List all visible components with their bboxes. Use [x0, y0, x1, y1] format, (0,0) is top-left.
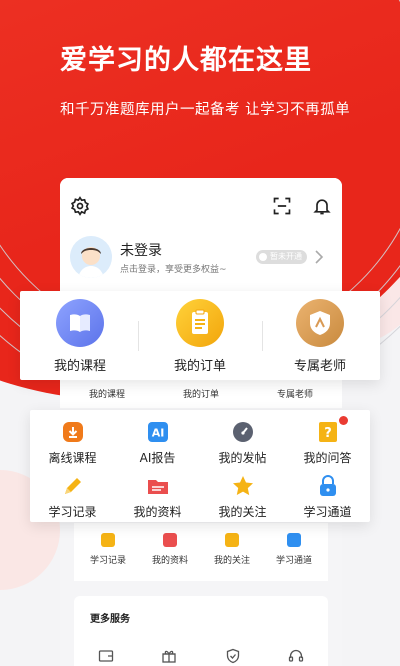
mini-grid-materials[interactable]: 我的资料 [140, 533, 200, 566]
mini-grid-label: 学习记录 [89, 556, 126, 566]
hero-subtitle: 和千万准题库用户一起备考 让学习不再孤单 [60, 102, 351, 118]
more-services-card: 更多服务 [74, 596, 328, 666]
bell-icon[interactable] [312, 196, 332, 216]
chevron-right-icon[interactable] [314, 250, 324, 264]
grid-my-materials[interactable]: 我的资料 [115, 474, 200, 520]
folder-icon [163, 533, 177, 547]
mini-grid-label: 我的关注 [213, 556, 250, 566]
teacher-badge-icon [296, 299, 344, 347]
ai-icon: AI [146, 420, 170, 444]
hero-title: 爱学习的人都在这里 [60, 45, 312, 76]
more-services-title: 更多服务 [90, 614, 130, 625]
feature-label: 专属老师 [293, 359, 346, 374]
mini-grid: 学习记录 我的资料 我的关注 学习通道 [74, 523, 328, 581]
mini-grid-follow[interactable]: 我的关注 [202, 533, 262, 566]
grid-my-posts[interactable]: 我的发帖 [200, 420, 285, 466]
scan-icon[interactable] [272, 196, 292, 216]
feature-dedicated-teacher[interactable]: 专属老师 [260, 299, 380, 374]
pencil-icon [61, 474, 85, 498]
grid-study-channel[interactable]: 学习通道 [285, 474, 370, 520]
mini-feature-course[interactable]: 我的课程 [89, 387, 125, 400]
svg-text:?: ? [324, 426, 332, 441]
grid-offline-courses[interactable]: 离线课程 [30, 420, 115, 466]
tools-grid-card: 离线课程 AI AI报告 我的发帖 ? 我的问答 学习记录 我的资料 我的关注 [30, 410, 370, 522]
mini-main-features: 我的课程 我的订单 专属老师 [60, 378, 342, 408]
grid-my-follows[interactable]: 我的关注 [200, 474, 285, 520]
vip-icon [259, 253, 267, 261]
svg-text:AI: AI [151, 427, 164, 440]
mini-grid-label: 我的资料 [151, 556, 188, 566]
grid-label: 我的关注 [218, 505, 267, 519]
grid-label: 离线课程 [48, 451, 97, 465]
mini-grid-label: 学习通道 [275, 556, 312, 566]
question-icon: ? [316, 420, 340, 444]
order-icon [176, 299, 224, 347]
vip-status-badge[interactable]: 暂未开通 [256, 250, 307, 264]
mini-grid-channel[interactable]: 学习通道 [264, 533, 324, 566]
grid-my-qa[interactable]: ? 我的问答 [285, 420, 370, 466]
grid-study-record[interactable]: 学习记录 [30, 474, 115, 520]
feature-label: 我的订单 [173, 359, 226, 374]
grid-label: 我的问答 [303, 451, 352, 465]
grid-label: 学习通道 [303, 505, 352, 519]
shield-icon[interactable] [225, 648, 241, 664]
gift-icon[interactable] [161, 648, 177, 664]
grid-ai-report[interactable]: AI AI报告 [115, 420, 200, 466]
grid-label: 我的资料 [133, 505, 182, 519]
profile-header [60, 178, 342, 296]
grid-label: 我的发帖 [218, 451, 267, 465]
headset-icon[interactable] [288, 648, 304, 664]
main-features-card: 我的课程 我的订单 专属老师 [20, 291, 380, 380]
avatar[interactable] [70, 236, 112, 278]
book-icon [56, 299, 104, 347]
download-icon [61, 420, 85, 444]
feature-label: 我的课程 [53, 359, 106, 374]
star-icon [225, 533, 239, 547]
lock-icon [287, 533, 301, 547]
grid-label: 学习记录 [48, 505, 97, 519]
folder-icon [146, 474, 170, 498]
login-title[interactable]: 未登录 [120, 240, 162, 260]
star-icon [231, 474, 255, 498]
wallet-icon[interactable] [98, 648, 114, 664]
feature-my-orders[interactable]: 我的订单 [140, 299, 260, 374]
gauge-icon [231, 420, 255, 444]
mini-feature-teacher[interactable]: 专属老师 [277, 387, 313, 400]
grid-label: AI报告 [139, 451, 176, 465]
vip-status-label: 暂未开通 [270, 252, 302, 261]
pencil-icon [101, 533, 115, 547]
settings-icon[interactable] [70, 196, 90, 216]
lock-icon [316, 474, 340, 498]
mini-grid-study-record[interactable]: 学习记录 [78, 533, 138, 566]
mini-feature-order[interactable]: 我的订单 [183, 387, 219, 400]
feature-my-courses[interactable]: 我的课程 [20, 299, 140, 374]
login-hint[interactable]: 点击登录，享受更多权益~ [120, 262, 227, 275]
